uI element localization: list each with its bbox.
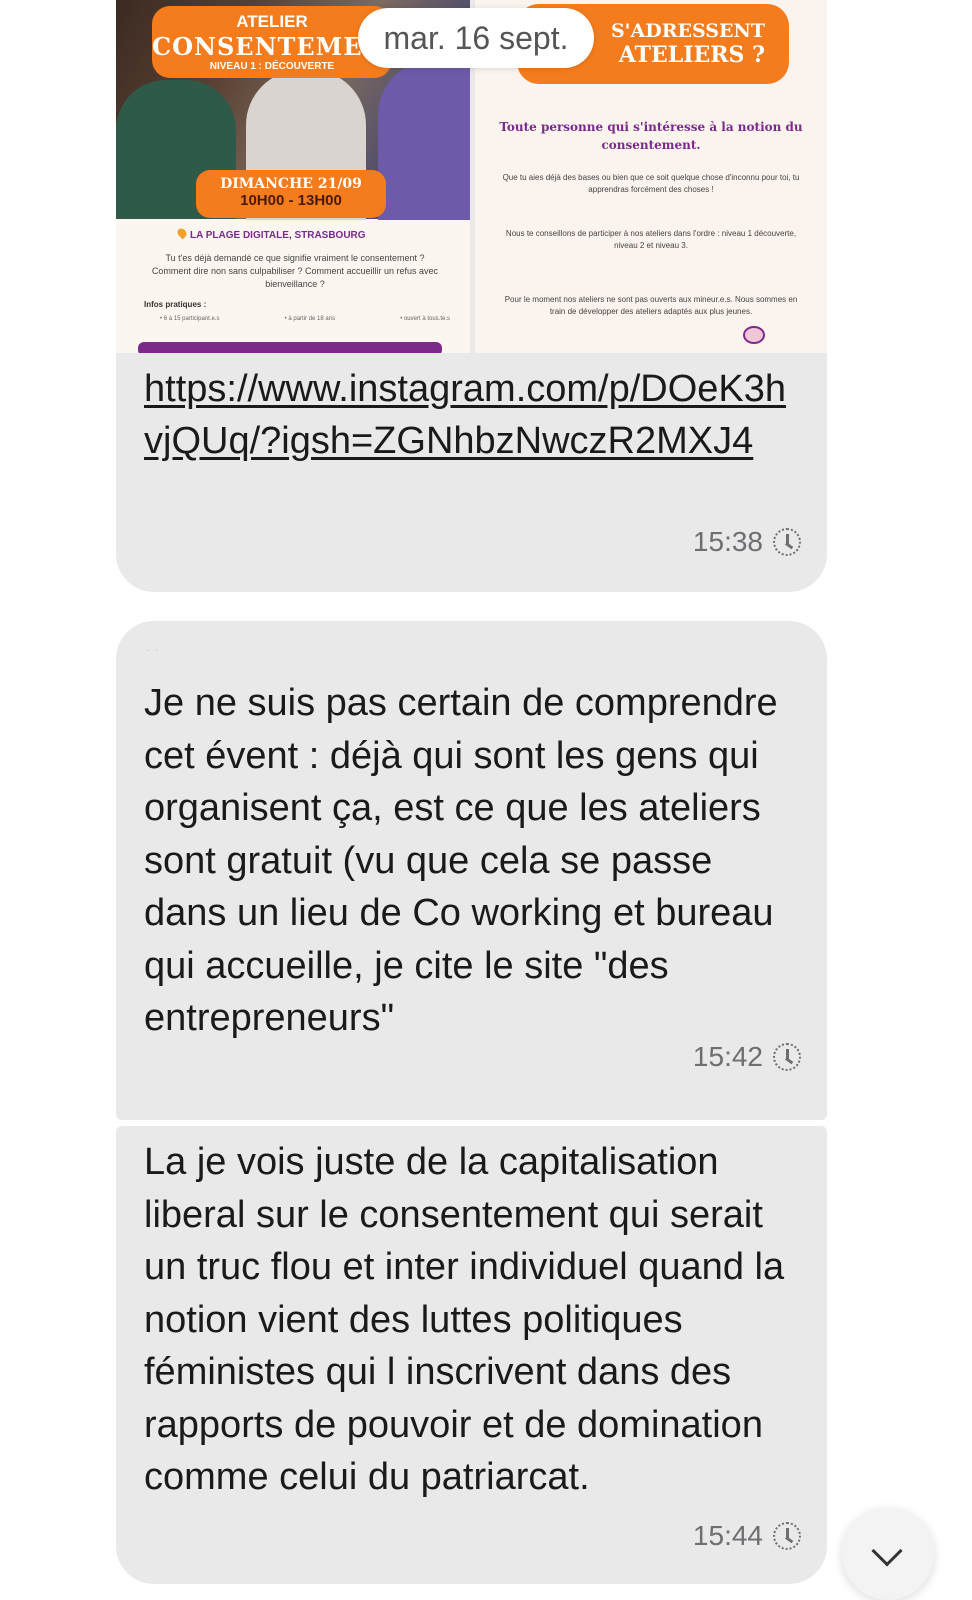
preview-title-line2: CONSENTEMENT [152, 32, 405, 61]
faint-marks: · · [146, 641, 160, 657]
pending-clock-icon [773, 528, 801, 556]
preview-right-paragraph: Nous te conseillons de participer à nos … [505, 229, 797, 250]
preview-purple-bar [138, 342, 442, 353]
preview-info-item: • 6 à 15 participant.e.s [160, 316, 220, 322]
preview-location: LA PLAGE DIGITALE, STRASBOURG [175, 226, 366, 241]
chevron-down-icon [871, 1535, 903, 1567]
scroll-to-bottom-button[interactable] [842, 1508, 934, 1600]
message-bubble[interactable]: ATELIER CONSENTEMENT NIVEAU 1 : DÉCOUVER… [116, 0, 827, 592]
preview-right-paragraph: Pour le moment nos ateliers ne sont pas … [504, 295, 798, 316]
preview-title-box: ATELIER CONSENTEMENT NIVEAU 1 : DÉCOUVER… [152, 6, 405, 78]
preview-time: 10H00 - 13H00 [240, 192, 342, 209]
preview-date: DIMANCHE 21/09 [220, 176, 362, 192]
location-pin-icon [175, 226, 189, 240]
preview-info-item: • ouvert à tous.te.s [400, 316, 450, 322]
message-meta: 15:38 [693, 526, 801, 558]
preview-infos-list: • 6 à 15 participant.e.s • à partir de 1… [160, 316, 450, 322]
preview-right-paragraph: Que tu aies déjà des bases ou bien que c… [502, 173, 800, 194]
preview-location-text: LA PLAGE DIGITALE, STRASBOURG [190, 230, 366, 241]
preview-title-line1: ATELIER [236, 12, 308, 31]
preview-title-line3: NIVEAU 1 : DÉCOUVERTE [209, 61, 335, 72]
preview-right-heading: Toute personne qui s'intéresse à la noti… [499, 120, 803, 152]
message-text: Je ne suis pas certain de comprendre cet… [144, 682, 778, 1039]
message-text: La je vois juste de la capitalisation li… [144, 1141, 785, 1498]
pending-clock-icon [773, 1043, 801, 1071]
message-time: 15:38 [692, 526, 763, 557]
preview-info-item: • à partir de 18 ans [284, 316, 336, 322]
message-link[interactable]: https://www.instagram.com/p/DOeK3hvjQUq/… [144, 363, 804, 467]
preview-date-box: DIMANCHE 21/09 10H00 - 13H00 [196, 170, 386, 218]
message-bubble[interactable]: · · Je ne suis pas certain de comprendre… [116, 621, 827, 1120]
message-bubble[interactable]: La je vois juste de la capitalisation li… [116, 1126, 827, 1584]
message-meta: 15:44 [693, 1520, 801, 1552]
message-time: 15:44 [692, 1520, 763, 1551]
preview-infos-title: Infos pratiques : [144, 300, 207, 309]
preview-description: Tu t'es déjà demandé ce que signifie vra… [151, 253, 439, 289]
message-time: 15:42 [692, 1041, 763, 1072]
date-separator: mar. 16 sept. [358, 8, 594, 68]
pending-clock-icon [773, 1522, 801, 1550]
mascot-icon [743, 326, 765, 344]
message-meta: 15:42 [693, 1041, 801, 1073]
